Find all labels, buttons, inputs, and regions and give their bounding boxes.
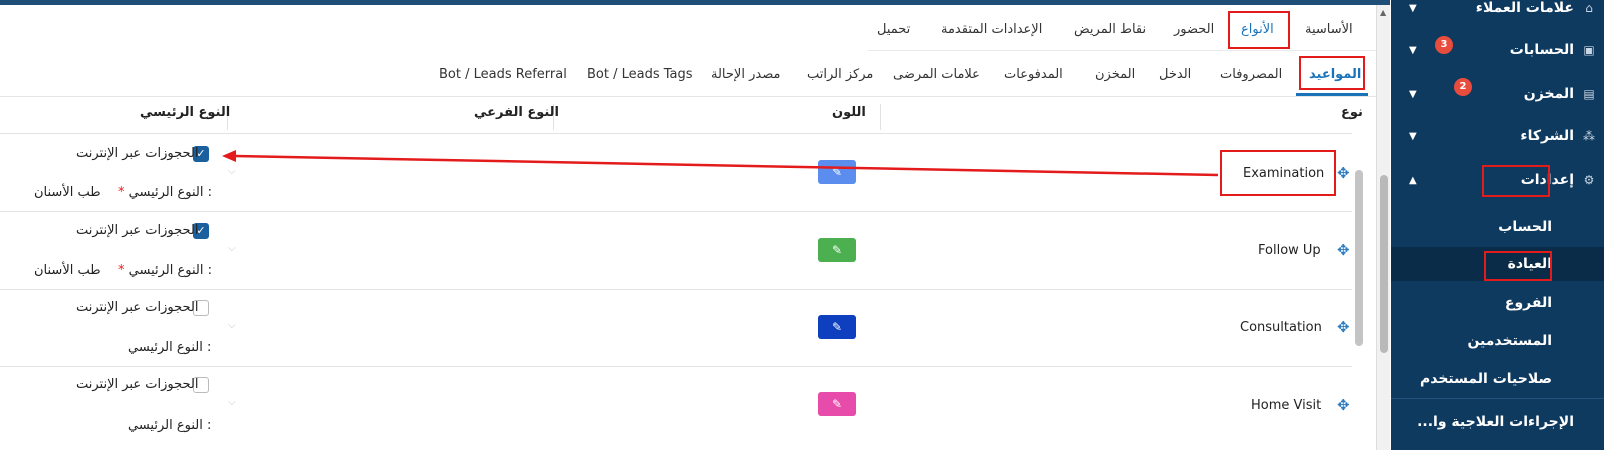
divider (1391, 398, 1604, 399)
sidebar-item-treatment-procedures[interactable]: الإجراءات العلاجية وا... (1391, 405, 1604, 439)
sidebar-item-inventory[interactable]: ▤ المخزن 2 ▼ (1391, 76, 1604, 112)
sidebar-subitem-account[interactable]: الحساب (1391, 210, 1604, 244)
chevron-down-icon: ▼ (1409, 2, 1417, 14)
highlight-settings (1482, 165, 1550, 197)
accounts-icon: ▣ (1583, 43, 1595, 57)
sidebar-subitem-branches[interactable]: الفروع (1391, 286, 1604, 320)
table-scrollbar[interactable] (1352, 135, 1366, 440)
inventory-icon: ▤ (1583, 87, 1595, 101)
badge-count: 3 (1435, 36, 1453, 54)
sidebar-subitem-users[interactable]: المستخدمين (1391, 324, 1604, 358)
sidebar-item-partners[interactable]: ⁂ الشركاء ▼ (1391, 118, 1604, 154)
sidebar-item-label: علامات العملاء (1475, 0, 1574, 16)
highlight-clinic (1484, 251, 1552, 281)
gear-icon: ⚙ (1583, 173, 1595, 187)
badge-count: 2 (1454, 78, 1472, 96)
sidebar-subitem-user-permissions[interactable]: صلاحيات المستخدم (1391, 362, 1604, 396)
sidebar: ⌂ علامات العملاء ▼ ▣ الحسابات 3 ▼ ▤ المخ… (1391, 0, 1604, 450)
sidebar-item-label: المخزن (1523, 86, 1574, 102)
sidebar-item-label: الحسابات (1509, 42, 1574, 58)
partners-icon: ⁂ (1583, 129, 1595, 143)
page-scrollbar[interactable]: ▲ (1376, 5, 1390, 450)
sidebar-item-customer-tags[interactable]: ⌂ علامات العملاء ▼ (1391, 0, 1604, 26)
chevron-up-icon: ▲ (1409, 174, 1417, 186)
chevron-down-icon: ▼ (1409, 130, 1417, 142)
sidebar-item-label: الشركاء (1520, 128, 1574, 144)
tag-icon: ⌂ (1585, 1, 1593, 15)
sidebar-item-accounts[interactable]: ▣ الحسابات 3 ▼ (1391, 32, 1604, 68)
chevron-down-icon: ▼ (1409, 88, 1417, 100)
chevron-down-icon: ▼ (1409, 44, 1417, 56)
